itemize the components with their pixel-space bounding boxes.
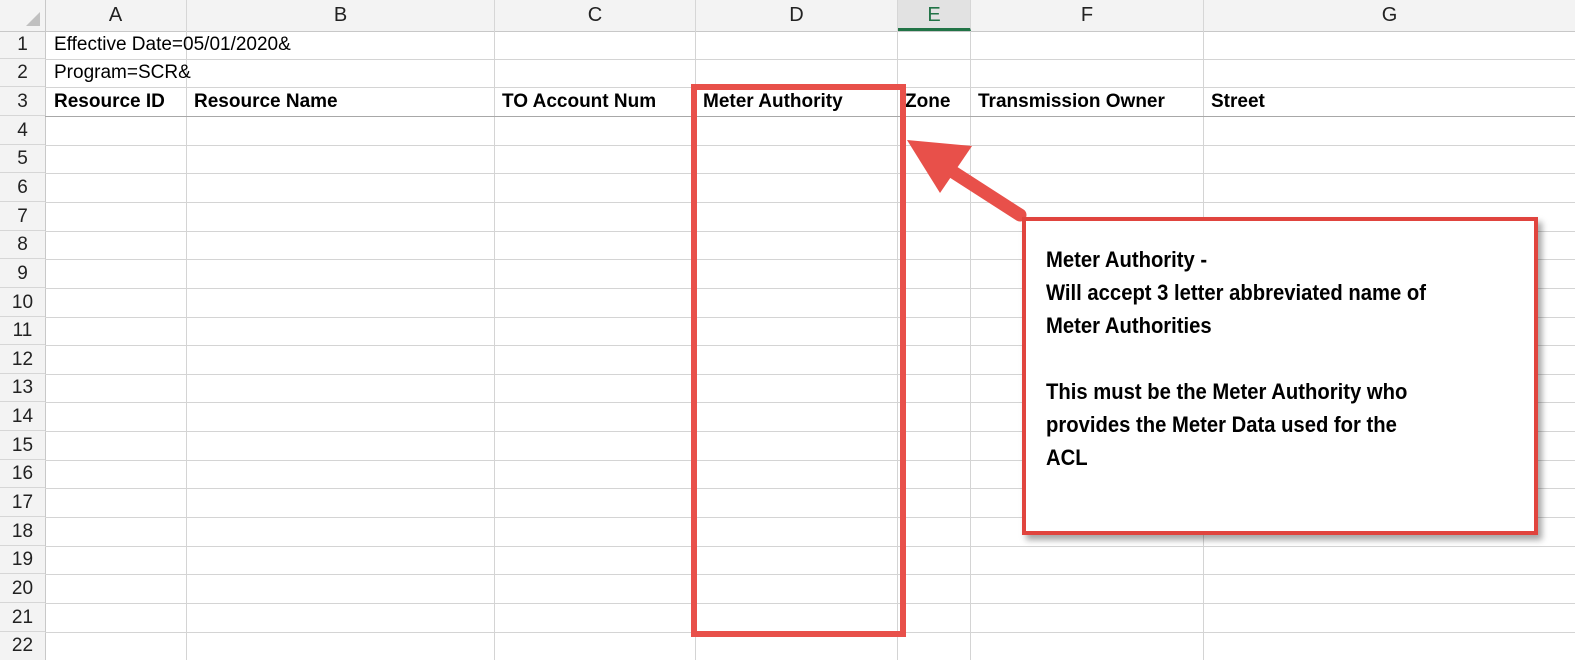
callout-line-1: Meter Authority - [1046, 247, 1208, 272]
callout-line-2: Will accept 3 letter abbreviated name of [1046, 280, 1427, 305]
callout-line-4: This must be the Meter Authority who [1046, 379, 1408, 404]
callout-line-5: provides the Meter Data used for the [1046, 412, 1397, 437]
meter-authority-callout: Meter Authority - Will accept 3 letter a… [1022, 217, 1538, 535]
callout-line-6: ACL [1046, 445, 1088, 470]
callout-line-3: Meter Authorities [1046, 313, 1212, 338]
